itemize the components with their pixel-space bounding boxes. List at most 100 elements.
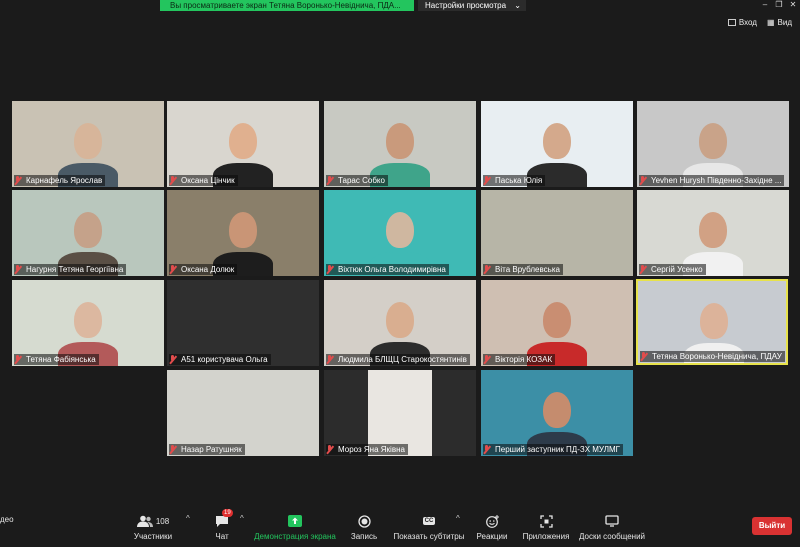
muted-mic-icon: [14, 265, 22, 274]
participant-video-tile[interactable]: Віта Врублевська: [481, 190, 633, 276]
reactions-icon: [485, 514, 499, 528]
participant-name: Віхтюк Ольга Володимирівна: [326, 264, 449, 275]
name-tag-container: Сергій Усенко: [637, 264, 789, 276]
participant-head: [700, 303, 728, 339]
top-actions: Вход ▦ Вид: [727, 18, 792, 27]
muted-mic-icon: [326, 176, 334, 185]
exit-label: Вход: [738, 18, 757, 27]
record-icon: [357, 514, 371, 528]
name-tag-container: Карнафель Ярослав: [12, 175, 164, 187]
whiteboards-label: Доски сообщений: [578, 532, 645, 541]
participant-name: Віта Врублевська: [483, 264, 563, 275]
participant-video-tile[interactable]: Тарас Собко: [324, 101, 476, 187]
participants-icon: [136, 515, 153, 527]
participant-video-tile[interactable]: Людмила БЛЩЦ Старокостянтинів: [324, 280, 476, 366]
muted-mic-icon: [14, 355, 22, 364]
share-screen-icon: [288, 515, 302, 527]
participant-video-tile[interactable]: Yevhen Hurysh Південно-Західне ...: [637, 101, 789, 187]
view-settings-button[interactable]: Настройки просмотра ⌄: [418, 0, 526, 11]
participant-name: Тетяна Фабіянська: [14, 354, 99, 365]
participant-name: Назар Ратушняк: [169, 444, 245, 455]
name-tag-container: Перший заступник ПД-ЗХ МУЛМГ: [481, 444, 633, 456]
chevron-down-icon: ⌄: [514, 1, 521, 10]
participant-video-tile[interactable]: Оксана Цінчик: [167, 101, 319, 187]
name-tag-container: Віхтюк Ольга Володимирівна: [324, 264, 476, 276]
participant-head: [543, 302, 571, 338]
view-button[interactable]: ▦ Вид: [767, 18, 792, 27]
muted-mic-icon: [169, 445, 177, 454]
muted-mic-icon: [483, 355, 491, 364]
apps-button[interactable]: Приложения: [522, 513, 570, 541]
participant-video-tile[interactable]: Тетяна Фабіянська: [12, 280, 164, 366]
participants-label: Участники: [133, 532, 173, 541]
participant-video-tile[interactable]: Оксана Долюк: [167, 190, 319, 276]
muted-mic-icon: [640, 352, 648, 361]
chat-button[interactable]: 19 Чат: [210, 509, 234, 541]
chat-badge: 19: [222, 509, 233, 517]
record-label: Запись: [350, 532, 378, 541]
participant-video-tile[interactable]: Назар Ратушняк: [167, 370, 319, 456]
name-tag-container: Оксана Цінчик: [167, 175, 319, 187]
participant-name: Сергій Усенко: [639, 264, 706, 275]
participants-caret-icon[interactable]: ^: [186, 514, 190, 523]
subtitles-caret-icon[interactable]: ^: [456, 514, 460, 523]
muted-mic-icon: [326, 265, 334, 274]
name-tag-container: Тетяна Воронько-Невіднича, ПДАУ: [638, 351, 786, 363]
participant-head: [386, 302, 414, 338]
record-button[interactable]: Запись: [348, 513, 380, 541]
reactions-button[interactable]: Реакции: [474, 513, 510, 541]
participant-head: [699, 123, 727, 159]
participant-name: Оксана Долюк: [169, 264, 238, 275]
chat-caret-icon[interactable]: ^: [240, 514, 244, 523]
name-tag-container: Yevhen Hurysh Південно-Західне ...: [637, 175, 789, 187]
restore-button[interactable]: ❐: [772, 0, 786, 10]
video-button-label-cut[interactable]: део: [0, 515, 14, 524]
participant-video-tile[interactable]: Нагурня Тетяна Георгіївна: [12, 190, 164, 276]
apps-label: Приложения: [522, 532, 570, 541]
share-screen-button[interactable]: Демонстрация экрана: [254, 513, 336, 541]
name-tag-container: Вікторія КОЗАК: [481, 354, 633, 366]
muted-mic-icon: [326, 445, 334, 454]
participant-name: Вікторія КОЗАК: [483, 354, 556, 365]
cc-icon: CC: [422, 517, 436, 525]
exit-fullscreen-icon: [727, 19, 736, 26]
participant-video-tile[interactable]: Перший заступник ПД-ЗХ МУЛМГ: [481, 370, 633, 456]
reactions-label: Реакции: [476, 532, 508, 541]
close-button[interactable]: ✕: [786, 0, 800, 10]
participant-head: [386, 212, 414, 248]
window-controls: – ❐ ✕: [758, 0, 800, 10]
screen-share-banner[interactable]: Вы просматриваете экран Тетяна Воронько-…: [160, 0, 414, 11]
apps-icon: [539, 514, 553, 528]
participant-head: [74, 123, 102, 159]
participant-name: Тетяна Воронько-Невіднича, ПДАУ: [640, 351, 785, 362]
participant-video-tile[interactable]: Паська Юлія: [481, 101, 633, 187]
participant-name: Людмила БЛЩЦ Старокостянтинів: [326, 354, 470, 365]
whiteboards-button[interactable]: Доски сообщений: [578, 513, 646, 541]
participant-head: [229, 212, 257, 248]
muted-mic-icon: [169, 355, 177, 364]
participant-video-tile[interactable]: Віхтюк Ольга Володимирівна: [324, 190, 476, 276]
participant-head: [74, 302, 102, 338]
muted-mic-icon: [483, 265, 491, 274]
participant-video-tile[interactable]: Сергій Усенко: [637, 190, 789, 276]
chat-label: Чат: [215, 532, 229, 541]
leave-button[interactable]: Выйти: [752, 517, 792, 535]
exit-fullscreen-button[interactable]: Вход: [727, 18, 757, 27]
participant-name: Паська Юлія: [483, 175, 546, 186]
subtitles-label: Показать субтитры: [393, 532, 465, 541]
minimize-button[interactable]: –: [758, 0, 772, 10]
participants-button[interactable]: 108 Участники: [132, 513, 174, 541]
participant-name: Карнафель Ярослав: [14, 175, 106, 186]
participant-video-tile[interactable]: Тетяна Воронько-Невіднича, ПДАУ: [636, 279, 788, 365]
participant-name: Мороз Яна Яківна: [326, 444, 408, 455]
subtitles-button[interactable]: CC Показать субтитры: [392, 513, 466, 541]
participant-head: [229, 123, 257, 159]
participant-video-tile[interactable]: А51 користувача Ольга: [167, 280, 319, 366]
participant-video-tile[interactable]: Мороз Яна Яківна: [324, 370, 476, 456]
participant-video-tile[interactable]: Карнафель Ярослав: [12, 101, 164, 187]
participant-video-tile[interactable]: Вікторія КОЗАК: [481, 280, 633, 366]
participant-name: Оксана Цінчик: [169, 175, 238, 186]
participants-count: 108: [155, 516, 170, 526]
participant-name: Нагурня Тетяна Георгіївна: [14, 264, 127, 275]
muted-mic-icon: [14, 176, 22, 185]
